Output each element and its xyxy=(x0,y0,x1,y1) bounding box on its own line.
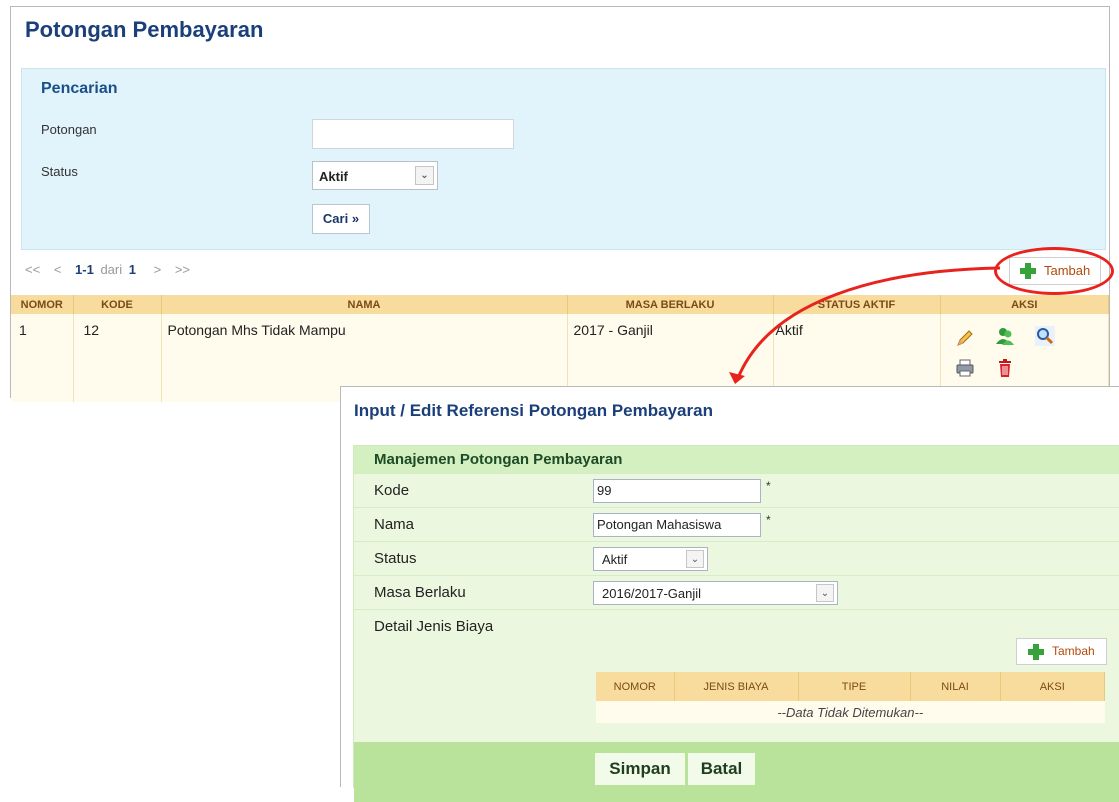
column-header-status-aktif[interactable]: STATUS AKTIF xyxy=(773,295,941,314)
potongan-label: Potongan xyxy=(41,122,97,137)
highlight-circle xyxy=(994,247,1114,295)
status-label: Status xyxy=(41,164,78,179)
page-title: Potongan Pembayaran xyxy=(25,17,264,42)
potongan-search-input[interactable] xyxy=(312,119,514,149)
search-title: Pencarian xyxy=(41,80,118,97)
column-header-aksi: AKSI xyxy=(940,295,1109,314)
required-mark: * xyxy=(766,479,771,493)
form-row-status: Status Aktif ⌄ xyxy=(354,541,1119,575)
chevron-down-icon[interactable]: ⌄ xyxy=(415,166,434,185)
simpan-button[interactable]: Simpan xyxy=(595,753,685,785)
form-row-kode: Kode 99 * xyxy=(354,473,1119,507)
nama-input[interactable]: Potongan Mahasiswa xyxy=(593,513,761,537)
status-select-value: Aktif xyxy=(602,552,628,567)
form-row-nama: Nama Potongan Mahasiswa * xyxy=(354,507,1119,541)
detail-header-nilai: NILAI xyxy=(910,672,1001,701)
status-select[interactable]: Aktif ⌄ xyxy=(593,547,708,571)
masa-berlaku-select[interactable]: 2016/2017-Ganjil ⌄ xyxy=(593,581,838,605)
detail-header-tipe: TIPE xyxy=(798,672,911,701)
detail-header-nomor: NOMOR xyxy=(596,672,675,701)
nama-label: Nama xyxy=(374,516,415,533)
column-header-masa-berlaku[interactable]: MASA BERLAKU xyxy=(567,295,774,314)
view-icon[interactable] xyxy=(1034,326,1055,346)
detail-header-aksi: AKSI xyxy=(1000,672,1105,701)
delete-icon[interactable] xyxy=(995,358,1015,378)
masa-berlaku-value: 2016/2017-Ganjil xyxy=(602,586,702,601)
required-mark: * xyxy=(766,513,771,527)
cell-kode: 12 xyxy=(73,314,162,402)
users-icon[interactable] xyxy=(995,326,1015,346)
column-header-nama[interactable]: NAMA xyxy=(161,295,568,314)
chevron-down-icon[interactable]: ⌄ xyxy=(816,584,834,602)
tambah-label: Tambah xyxy=(1052,644,1095,658)
first-page-link[interactable]: << xyxy=(25,262,40,277)
kode-input[interactable]: 99 xyxy=(593,479,761,503)
form-section-title: Manajemen Potongan Pembayaran xyxy=(354,446,1119,473)
kode-label: Kode xyxy=(374,482,410,499)
column-header-nomor[interactable]: NOMOR xyxy=(11,295,74,314)
print-icon[interactable] xyxy=(955,358,975,378)
detail-header-row: NOMOR JENIS BIAYA TIPE NILAI AKSI xyxy=(596,672,1105,701)
table-header-row: NOMOR KODE NAMA MASA BERLAKU STATUS AKTI… xyxy=(11,295,1109,314)
form-box: Manajemen Potongan Pembayaran Kode 99 * … xyxy=(353,445,1119,802)
form-title: Input / Edit Referensi Potongan Pembayar… xyxy=(354,401,713,420)
next-page-link[interactable]: > xyxy=(154,262,162,277)
pagination: << < 1-1 dari 1 > >> xyxy=(25,262,200,277)
detail-table: NOMOR JENIS BIAYA TIPE NILAI AKSI --Data… xyxy=(596,672,1105,723)
form-panel: Input / Edit Referensi Potongan Pembayar… xyxy=(340,386,1119,802)
last-page-link[interactable]: >> xyxy=(175,262,190,277)
prev-page-link[interactable]: < xyxy=(54,262,62,277)
list-panel: Potongan Pembayaran Pencarian Potongan S… xyxy=(10,6,1114,402)
detail-header-jenis-biaya: JENIS BIAYA xyxy=(674,672,799,701)
status-label: Status xyxy=(374,550,417,567)
form-button-bar: Simpan Batal xyxy=(354,742,1119,802)
form-row-detail: Detail Jenis Biaya xyxy=(354,609,1119,635)
table-row: --Data Tidak Ditemukan-- xyxy=(596,701,1105,723)
cari-button[interactable]: Cari » xyxy=(312,204,370,234)
plus-icon xyxy=(1028,644,1044,660)
edit-icon[interactable] xyxy=(955,328,975,348)
search-panel: Pencarian Potongan Status Aktif ⌄ Cari » xyxy=(21,68,1106,250)
page-range: 1-1 xyxy=(75,262,94,277)
masa-berlaku-label: Masa Berlaku xyxy=(374,584,466,601)
status-select-value: Aktif xyxy=(319,169,348,184)
cell-nomor: 1 xyxy=(11,314,74,402)
column-header-kode[interactable]: KODE xyxy=(73,295,162,314)
detail-jenis-biaya-label: Detail Jenis Biaya xyxy=(374,618,494,635)
page-of: dari xyxy=(100,262,123,277)
empty-message: --Data Tidak Ditemukan-- xyxy=(596,701,1105,723)
status-select[interactable]: Aktif ⌄ xyxy=(312,161,438,190)
chevron-down-icon[interactable]: ⌄ xyxy=(686,550,704,568)
page-total: 1 xyxy=(128,262,136,277)
batal-button[interactable]: Batal xyxy=(688,753,755,785)
form-row-masa-berlaku: Masa Berlaku 2016/2017-Ganjil ⌄ xyxy=(354,575,1119,609)
tambah-detail-button[interactable]: Tambah xyxy=(1016,638,1107,665)
